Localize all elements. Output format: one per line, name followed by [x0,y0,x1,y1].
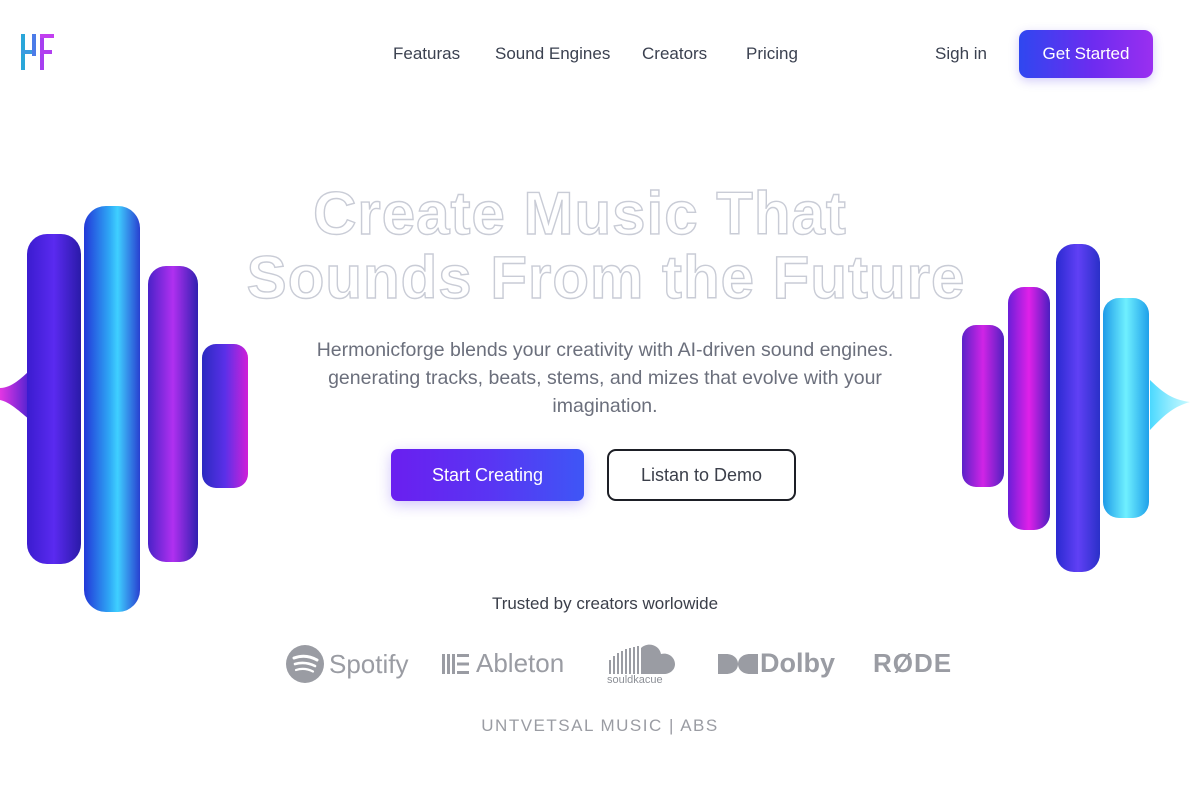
spotify-logo: Spotify [285,644,409,684]
rode-wordmark: RØDE [873,648,953,678]
wave-bar [202,344,248,488]
partner-logos: Spotify Ableton souldkacue Dolby RØDE [0,640,1200,690]
ableton-logo: Ableton [442,648,564,679]
spotify-wordmark: Spotify [329,648,409,679]
hero-subtitle-line-1: Hermonicforge blends your creativity wit… [316,339,894,361]
wave-bar [148,266,198,562]
sign-in-link[interactable]: Sigh in [935,44,987,64]
soundcloud-icon [609,644,675,674]
hero-headline: Create Music That Sounds From the Future [0,180,1200,311]
trusted-by-label: Trusted by creators worlowide [491,594,719,613]
dolby-logo: Dolby [718,648,835,679]
hero-headline-line-1: Create Music That [312,180,847,247]
rode-logo: RØDE [873,648,952,679]
nav-pricing[interactable]: Pricing [746,44,798,64]
dolby-wordmark: Dolby [760,648,836,678]
hero-subtitle-line-2: generating tracks, beats, stems, and miz… [328,367,882,389]
dolby-icon [718,653,758,674]
wave-bar [962,325,1004,487]
start-creating-button[interactable]: Start Creating [391,449,584,501]
nav-creators[interactable]: Creators [642,44,707,64]
ableton-icon [442,653,469,674]
soundcloud-wordmark: souldkacue [607,674,663,686]
get-started-button[interactable]: Get Started [1019,30,1153,78]
hero-headline-line-2: Sounds From the Future [246,244,966,311]
universal-music-logo: UNTVETSAL MUSIC | ABS [481,716,719,735]
wave-bar [1103,298,1149,518]
wave-bar [1008,287,1050,530]
nav-features[interactable]: Featuras [393,44,460,64]
hero-subtitle: Hermonicforge blends your creativity wit… [280,336,930,420]
spotify-icon [286,645,324,683]
nav-sound-engines[interactable]: Sound Engines [495,44,610,64]
listen-to-demo-button[interactable]: Listan to Demo [607,449,796,501]
ableton-wordmark: Ableton [476,648,565,678]
left-soundwave-graphic [0,206,248,612]
hero-subtitle-line-3: imagination. [552,395,658,417]
soundcloud-logo: souldkacue [607,642,677,686]
